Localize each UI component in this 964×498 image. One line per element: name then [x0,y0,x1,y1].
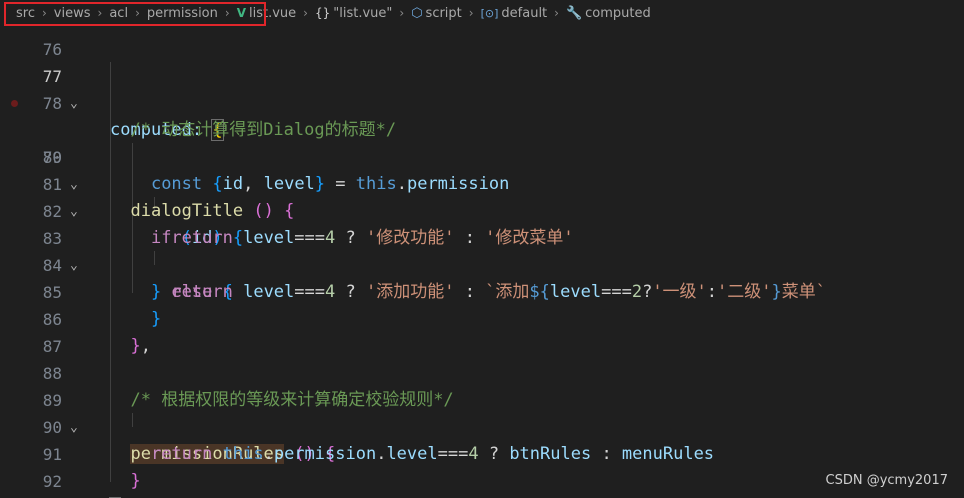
breakpoint-dot[interactable] [11,100,18,107]
chevron-right-icon: › [97,6,103,20]
code-editor[interactable]: 76 77 ⌄ computed: { 78 /* 动态计算得到Dialog的标… [0,22,964,498]
breadcrumb-computed-label: computed [585,5,651,21]
watermark: CSDN @ycmy2017 [825,473,948,488]
code-line[interactable]: 91 } [0,414,964,491]
code-line[interactable]: 92 }, [0,441,964,498]
chevron-right-icon: › [135,6,140,20]
code-line[interactable]: 84 return level===4 ? '添加功能' : `添加${leve… [0,225,964,302]
vue-icon: V [236,5,246,20]
code-line[interactable]: 86 }, [0,279,964,356]
code-line[interactable]: 85 } [0,252,964,329]
chevron-right-icon: › [468,6,474,20]
breadcrumb-src[interactable]: src [14,6,37,21]
breadcrumb-acl[interactable]: acl [107,6,130,21]
code-line[interactable]: 90 return this.permission.level===4 ? bt… [0,387,964,464]
breadcrumb-views[interactable]: views [52,6,93,21]
breadcrumb-module[interactable]: {} "list.vue" [313,6,394,21]
code-line[interactable]: 87 [0,306,964,356]
breadcrumb-script-label: script [425,5,462,21]
breadcrumb-file[interactable]: Vlist.vue [235,6,298,21]
breadcrumb-default[interactable]: [⊙] default [479,6,550,21]
code-line[interactable]: 81 ⌄ if (id) { [0,144,964,248]
braces-icon: {} [314,5,331,20]
code-line[interactable]: 93 [0,468,964,495]
code-line[interactable]: 88 /* 根据权限的等级来计算确定校验规则*/ [0,333,964,410]
breadcrumb-permission[interactable]: permission [145,6,220,21]
chevron-right-icon: › [399,6,405,20]
code-line[interactable]: 76 [0,22,964,59]
code-line[interactable]: 83 ⌄ } else { [0,198,964,302]
code-line[interactable]: 82 return level===4 ? '修改功能' : '修改菜单' [0,171,964,248]
chevron-right-icon: › [303,6,308,20]
breadcrumb-computed[interactable]: 🔧 computed [564,6,653,21]
code-line[interactable]: 78 /* 动态计算得到Dialog的标题*/ [0,63,964,140]
breadcrumb-module-label: "list.vue" [333,5,393,21]
object-icon: [⊙] [480,6,499,20]
chevron-right-icon: › [224,6,230,20]
chevron-right-icon: › [554,6,559,20]
breadcrumb-file-label: list.vue [248,5,297,21]
cube-icon: ⬡ [411,5,423,21]
breadcrumb-default-label: default [501,5,548,21]
code-line[interactable]: 89 ⌄ permissionRules () { [0,360,964,464]
code-line[interactable]: 79 ⌄ dialogTitle () { [0,90,964,221]
wrench-icon: 🔧 [565,5,583,21]
chevron-right-icon: › [41,6,47,20]
breadcrumb-script[interactable]: ⬡ script [409,6,464,21]
code-line[interactable]: 80 const {id, level} = this.permission [0,117,964,194]
code-line[interactable]: 77 ⌄ computed: { [0,36,964,141]
